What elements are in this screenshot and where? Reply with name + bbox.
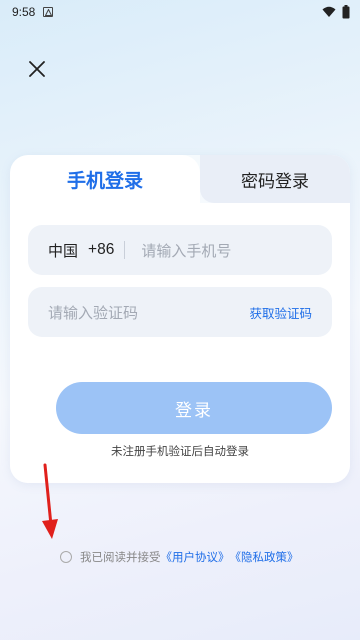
status-icons — [322, 5, 350, 19]
status-bar: 9:58 — [0, 0, 360, 24]
arrow-down-icon — [42, 463, 58, 539]
tab-password-login[interactable]: 密码登录 — [200, 155, 350, 203]
country-code[interactable]: +86 — [88, 241, 114, 259]
phone-input[interactable]: 请输入手机号 — [141, 240, 231, 261]
wifi-icon — [322, 6, 336, 17]
code-input[interactable]: 请输入验证码 — [48, 302, 138, 323]
agreement-text: 我已阅读并接受 — [80, 550, 161, 564]
notification-icon — [43, 7, 54, 17]
code-field[interactable]: 请输入验证码 获取验证码 — [28, 287, 332, 337]
close-icon — [29, 61, 45, 77]
login-tabs: 手机登录 密码登录 — [10, 155, 350, 203]
country-label[interactable]: 中国 — [48, 240, 78, 261]
user-agreement-link[interactable]: 《用户协议》 — [161, 549, 230, 565]
battery-icon — [342, 5, 350, 19]
field-divider — [124, 241, 126, 259]
phone-field[interactable]: 中国 +86 请输入手机号 — [28, 225, 332, 275]
login-form: 中国 +86 请输入手机号 请输入验证码 获取验证码 — [10, 203, 350, 483]
close-button[interactable] — [24, 56, 50, 82]
privacy-policy-link[interactable]: 《隐私政策》 — [230, 549, 299, 565]
agreement-row: 我已阅读并接受 《用户协议》 《隐私政策》 — [60, 549, 299, 565]
login-button[interactable]: 登录 — [56, 382, 332, 434]
agree-radio[interactable] — [60, 551, 72, 563]
get-code-button[interactable]: 获取验证码 — [249, 303, 312, 322]
status-time: 9:58 — [12, 5, 36, 19]
tab-phone-login[interactable]: 手机登录 — [10, 155, 200, 203]
auto-register-hint: 未注册手机验证后自动登录 — [111, 444, 249, 458]
